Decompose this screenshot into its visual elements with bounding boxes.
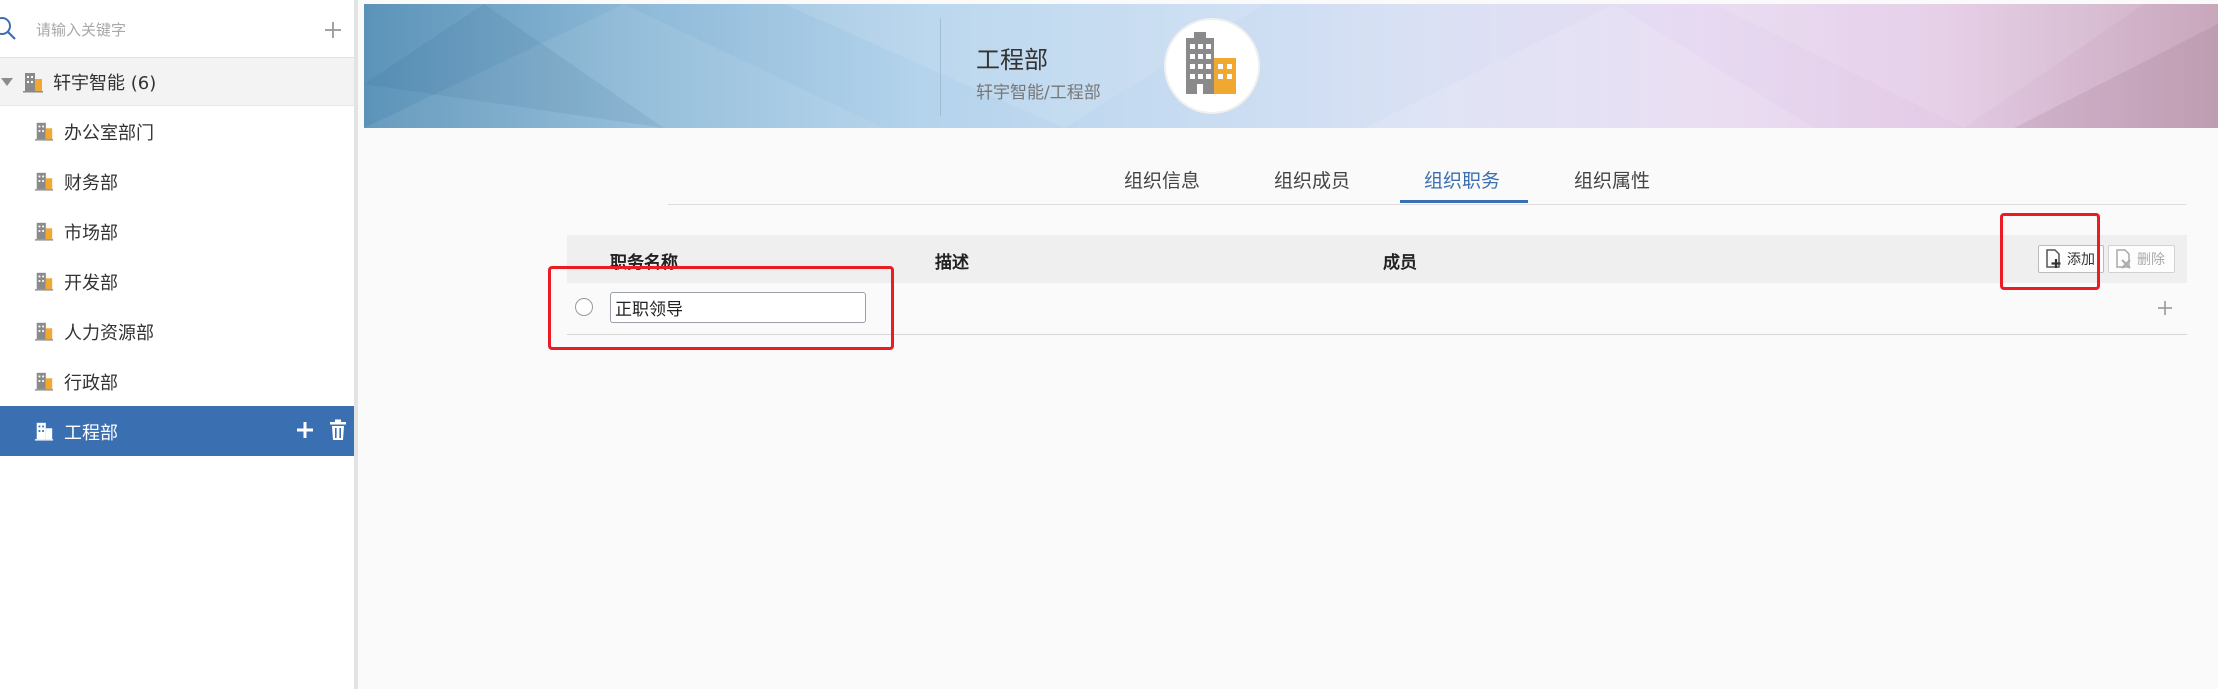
delete-button-label: 删除	[2137, 252, 2165, 268]
column-header-members: 成员	[1383, 253, 1417, 273]
add-document-icon	[2046, 249, 2061, 268]
building-icon	[1186, 32, 1236, 94]
add-button[interactable]: 添加	[2038, 245, 2104, 273]
row-select-radio[interactable]	[575, 298, 593, 316]
positions-table-header: 职务名称 描述 成员 添加 删除	[567, 235, 2187, 283]
building-icon	[34, 222, 54, 241]
org-breadcrumb: 轩宇智能/工程部	[976, 83, 1101, 103]
header-divider	[940, 18, 941, 116]
tree-item-label: 办公室部门	[64, 123, 154, 144]
tree-item-finance[interactable]: 财务部	[0, 156, 354, 206]
search-bar	[0, 0, 354, 58]
delete-document-icon	[2116, 249, 2131, 269]
tree-item-office[interactable]: 办公室部门	[0, 106, 354, 156]
column-header-position-name: 职务名称	[610, 253, 678, 273]
tree-item-label: 人力资源部	[64, 323, 154, 344]
search-input[interactable]	[34, 14, 298, 46]
org-tree-panel: 轩宇智能 (6) 办公室部门 财务部 市场部	[0, 0, 358, 689]
tree-root-node[interactable]: 轩宇智能 (6)	[0, 58, 354, 106]
building-icon	[34, 422, 54, 441]
add-member-icon[interactable]	[2154, 295, 2176, 321]
tree-item-admin[interactable]: 行政部	[0, 356, 354, 406]
org-header-banner: 工程部 轩宇智能/工程部	[364, 4, 2218, 128]
building-icon	[34, 272, 54, 291]
delete-button[interactable]: 删除	[2108, 245, 2175, 273]
table-row	[567, 283, 2187, 335]
add-button-label: 添加	[2067, 252, 2095, 268]
tab-org-positions[interactable]: 组织职务	[1424, 166, 1500, 193]
tree-item-label: 工程部	[64, 423, 118, 444]
add-org-icon[interactable]	[322, 14, 344, 44]
building-icon	[23, 73, 43, 93]
org-logo	[1164, 18, 1260, 114]
building-icon	[34, 372, 54, 391]
tree-item-marketing[interactable]: 市场部	[0, 206, 354, 256]
org-title: 工程部	[976, 46, 1048, 74]
position-name-input[interactable]	[610, 292, 866, 323]
caret-down-icon[interactable]	[0, 75, 14, 89]
tree-item-label: 市场部	[64, 223, 118, 244]
tree-item-development[interactable]: 开发部	[0, 256, 354, 306]
building-icon	[34, 172, 54, 191]
building-icon	[34, 122, 54, 141]
tab-org-info[interactable]: 组织信息	[1124, 166, 1200, 193]
tree-root-label: 轩宇智能 (6)	[53, 73, 157, 94]
active-tab-indicator	[1400, 200, 1528, 203]
trash-icon[interactable]	[327, 418, 349, 442]
tab-org-members[interactable]: 组织成员	[1274, 166, 1350, 193]
tree-item-label: 开发部	[64, 273, 118, 294]
add-child-icon[interactable]	[294, 419, 316, 441]
column-header-description: 描述	[935, 253, 969, 273]
building-icon	[34, 322, 54, 341]
banner-decoration	[364, 4, 2218, 128]
org-tabs: 组织信息 组织成员 组织职务 组织属性	[668, 150, 2186, 205]
tree-item-engineering[interactable]: 工程部	[0, 406, 354, 456]
search-icon[interactable]	[0, 16, 18, 42]
tree-item-hr[interactable]: 人力资源部	[0, 306, 354, 356]
tree-item-label: 行政部	[64, 373, 118, 394]
tree-item-label: 财务部	[64, 173, 118, 194]
tab-org-attributes[interactable]: 组织属性	[1574, 166, 1650, 193]
